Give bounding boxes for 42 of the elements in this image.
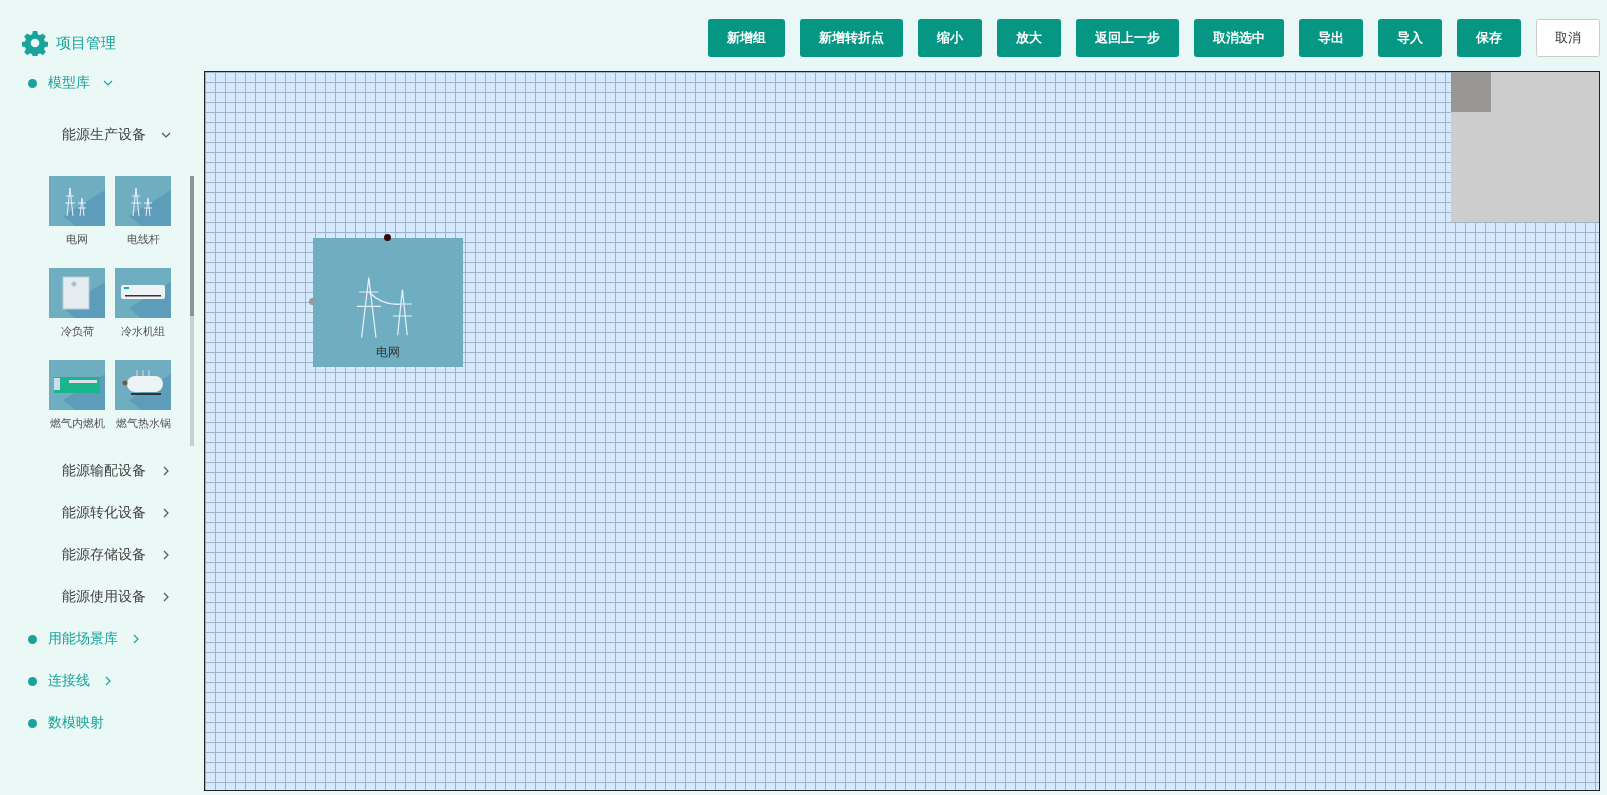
category-item[interactable]: 能源使用设备 (62, 588, 146, 606)
toolbar-button[interactable]: 返回上一步 (1076, 18, 1179, 57)
connection-port[interactable] (384, 234, 391, 241)
category-item[interactable]: 能源转化设备 (62, 504, 146, 522)
model-item[interactable]: 燃气热水锅 (110, 360, 176, 446)
sidebar-section[interactable]: 数模映射 (48, 714, 104, 732)
boiler-thumbnail-icon (115, 360, 171, 410)
toolbar-button[interactable]: 取消 (1536, 18, 1600, 57)
toolbar-button[interactable]: 导出 (1299, 18, 1363, 57)
model-item[interactable]: 燃气内燃机 (44, 360, 110, 446)
category-item[interactable]: 能源存储设备 (62, 546, 146, 564)
toolbar-button[interactable]: 新增组 (708, 18, 785, 57)
bullet-icon (28, 634, 37, 644)
scrollbar[interactable] (190, 176, 194, 446)
grid-thumbnail-icon (49, 176, 105, 226)
chiller-thumbnail-icon (115, 268, 171, 318)
gas-engine-thumbnail-icon (49, 360, 105, 410)
bullet-icon (28, 718, 37, 728)
model-item[interactable]: 冷负荷 (44, 268, 110, 354)
toolbar-button[interactable]: 取消选中 (1194, 18, 1284, 57)
node-label: 电网 (376, 344, 400, 361)
sidebar-section[interactable]: 模型库 (48, 74, 90, 92)
bullet-icon (28, 676, 37, 686)
toolbar-button[interactable]: 缩小 (918, 18, 982, 57)
settings-icon (22, 30, 48, 56)
sidebar-section[interactable]: 连接线 (48, 672, 90, 690)
model-item[interactable]: 冷水机组 (110, 268, 176, 354)
pole-thumbnail-icon (115, 176, 171, 226)
category-item[interactable]: 能源生产设备 (62, 126, 146, 144)
toolbar-button[interactable]: 保存 (1457, 18, 1521, 57)
cold-load-thumbnail-icon (49, 268, 105, 318)
grid-canvas[interactable]: 电网 (204, 71, 1600, 791)
model-item[interactable]: 电网 (44, 176, 110, 262)
toolbar-button[interactable]: 放大 (997, 18, 1061, 57)
toolbar-button[interactable]: 新增转折点 (800, 18, 903, 57)
toolbar-button[interactable]: 导入 (1378, 18, 1442, 57)
sidebar-title: 项目管理 (56, 33, 116, 53)
model-item[interactable]: 电线杆 (110, 176, 176, 262)
category-item[interactable]: 能源输配设备 (62, 462, 146, 480)
minimap[interactable] (1451, 72, 1599, 222)
sidebar-section[interactable]: 用能场景库 (48, 630, 118, 648)
bullet-icon (28, 78, 37, 88)
